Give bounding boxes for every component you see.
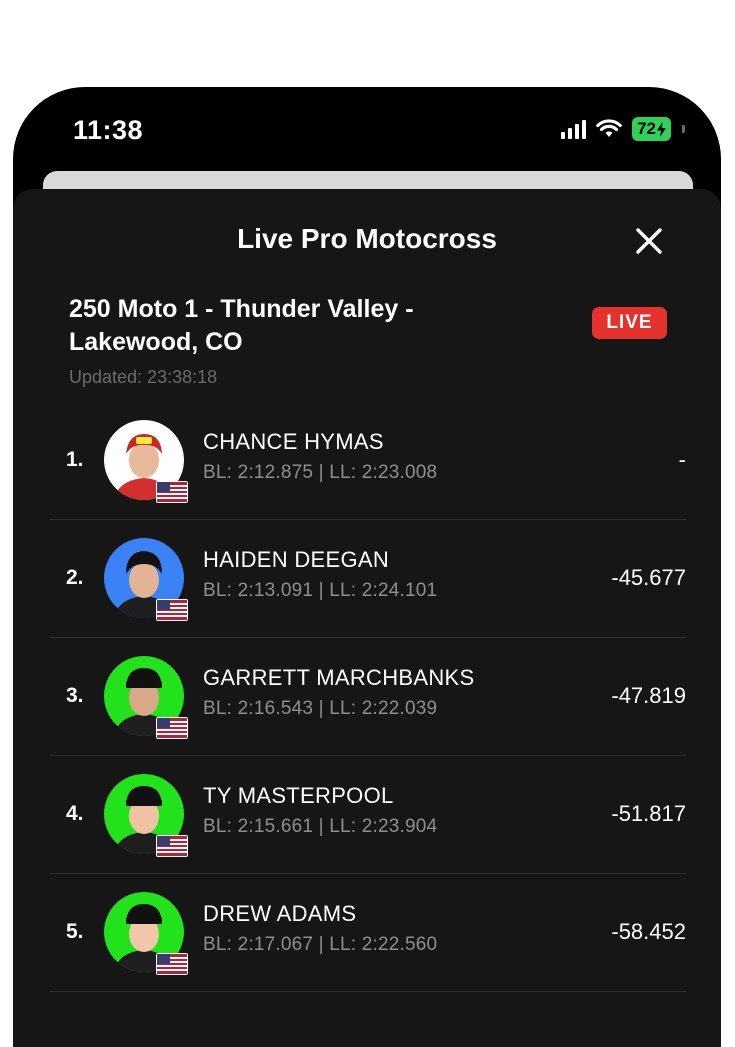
rider-gap: -45.677 bbox=[611, 565, 686, 590]
rider-position: 3. bbox=[66, 684, 84, 707]
updated-timestamp: Updated: 23:38:18 bbox=[69, 367, 218, 387]
rider-position: 2. bbox=[66, 566, 84, 589]
rider-gap: -58.452 bbox=[611, 919, 686, 944]
wifi-icon bbox=[596, 119, 622, 137]
rider-position: 4. bbox=[66, 802, 84, 825]
rider-lap-times: BL: 2:12.875 | LL: 2:23.008 bbox=[203, 462, 438, 483]
us-flag-icon bbox=[156, 481, 188, 503]
rider-row[interactable]: 5. DREW ADAMS BL: 2:17.067 | LL: 2:22.56… bbox=[50, 873, 686, 992]
cellular-signal-icon bbox=[561, 119, 587, 139]
race-title: 250 Moto 1 - Thunder Valley - Lakewood, … bbox=[69, 295, 414, 356]
rider-row[interactable]: 1. CHANCE HYMAS BL: 2:12.875 | LL: 2:23.… bbox=[50, 401, 686, 520]
rider-gap: -51.817 bbox=[611, 801, 686, 826]
rider-position: 1. bbox=[66, 448, 84, 471]
rider-row[interactable]: 4. TY MASTERPOOL BL: 2:15.661 | LL: 2:23… bbox=[50, 755, 686, 874]
us-flag-icon bbox=[156, 953, 188, 975]
rider-name: TY MASTERPOOL bbox=[203, 783, 394, 808]
close-icon bbox=[636, 228, 662, 254]
rider-lap-times: BL: 2:15.661 | LL: 2:23.904 bbox=[203, 816, 438, 837]
battery-indicator: 72 bbox=[632, 117, 671, 141]
rider-name: DREW ADAMS bbox=[203, 901, 357, 926]
us-flag-icon bbox=[156, 599, 188, 621]
rider-lap-times: BL: 2:16.543 | LL: 2:22.039 bbox=[203, 698, 438, 719]
sheet-title: Live Pro Motocross bbox=[237, 223, 497, 254]
live-results-sheet: Live Pro Motocross 250 Moto 1 - Thunder … bbox=[13, 189, 721, 1047]
rider-position: 5. bbox=[66, 920, 84, 943]
rider-name: HAIDEN DEEGAN bbox=[203, 547, 390, 572]
rider-row[interactable]: 3. GARRETT MARCHBANKS BL: 2:16.543 | LL:… bbox=[50, 637, 686, 756]
phone-screen: 11:38 72 Live Pro Motocross 250 Moto 1 -… bbox=[13, 87, 721, 1047]
live-badge: LIVE bbox=[592, 307, 667, 339]
rider-lap-times: BL: 2:13.091 | LL: 2:24.101 bbox=[203, 580, 438, 601]
charging-bolt-icon bbox=[657, 121, 666, 137]
rider-gap: - bbox=[678, 447, 686, 472]
close-button[interactable] bbox=[633, 225, 665, 257]
rider-gap: -47.819 bbox=[611, 683, 686, 708]
us-flag-icon bbox=[156, 717, 188, 739]
battery-nub-icon bbox=[682, 125, 685, 133]
rider-lap-times: BL: 2:17.067 | LL: 2:22.560 bbox=[203, 934, 438, 955]
status-icons: 72 bbox=[561, 117, 685, 141]
rider-name: GARRETT MARCHBANKS bbox=[203, 665, 475, 690]
rider-name: CHANCE HYMAS bbox=[203, 429, 384, 454]
status-time: 11:38 bbox=[73, 115, 144, 145]
battery-level: 72 bbox=[637, 119, 656, 138]
us-flag-icon bbox=[156, 835, 188, 857]
rider-row[interactable]: 2. HAIDEN DEEGAN BL: 2:13.091 | LL: 2:24… bbox=[50, 519, 686, 638]
